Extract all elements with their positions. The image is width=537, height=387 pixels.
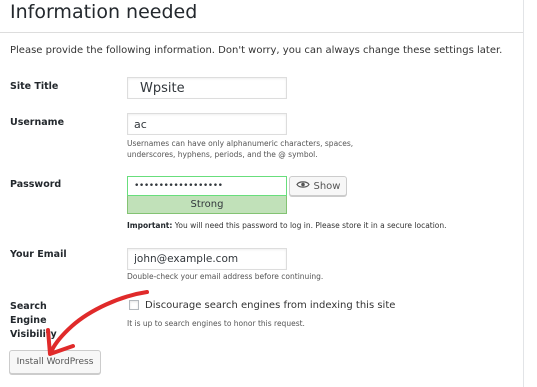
eye-icon xyxy=(295,180,310,192)
email-input[interactable] xyxy=(127,248,287,270)
show-password-label: Show xyxy=(313,180,341,192)
email-description: Double-check your email address before c… xyxy=(127,272,324,281)
password-strength-meter: Strong xyxy=(127,196,287,214)
discourage-search-checkbox[interactable] xyxy=(129,300,139,310)
site-title-input[interactable] xyxy=(127,77,287,99)
username-description: Usernames can have only alphanumeric cha… xyxy=(127,139,354,159)
install-form-panel: Information needed Please provide the fo… xyxy=(0,0,537,387)
important-text: You will need this password to log in. P… xyxy=(172,221,447,230)
discourage-search-label[interactable]: Discourage search engines from indexing … xyxy=(145,300,395,311)
username-input[interactable] xyxy=(127,113,287,135)
visibility-description: It is up to search engines to honor this… xyxy=(127,319,305,328)
install-wordpress-button[interactable]: Install WordPress xyxy=(9,350,101,374)
panel-right-border xyxy=(523,0,524,387)
username-label: Username xyxy=(10,117,65,128)
email-label: Your Email xyxy=(10,249,67,260)
important-prefix: Important: xyxy=(127,221,173,230)
password-input[interactable] xyxy=(127,176,287,196)
password-label: Password xyxy=(10,179,62,190)
password-important-note: Important: You will need this password t… xyxy=(127,221,447,230)
visibility-label: Search Engine Visibility xyxy=(10,301,57,340)
title-divider xyxy=(0,32,523,33)
intro-text: Please provide the following information… xyxy=(10,45,503,56)
show-password-button[interactable]: Show xyxy=(289,176,347,196)
page-title: Information needed xyxy=(10,1,198,23)
site-title-label: Site Title xyxy=(10,81,59,92)
